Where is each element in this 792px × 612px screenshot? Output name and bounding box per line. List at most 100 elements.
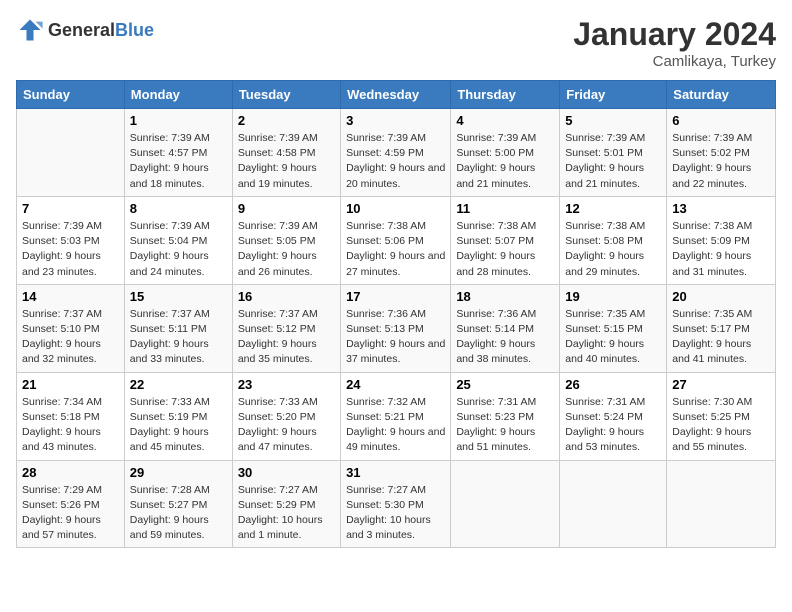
logo: GeneralBlue <box>16 16 154 44</box>
col-friday: Friday <box>560 81 667 109</box>
day-info: Sunrise: 7:39 AMSunset: 5:05 PMDaylight:… <box>238 219 335 280</box>
day-info: Sunrise: 7:27 AMSunset: 5:30 PMDaylight:… <box>346 483 445 544</box>
logo-text: GeneralBlue <box>48 20 154 41</box>
logo-general: General <box>48 20 115 40</box>
calendar-cell: 5 Sunrise: 7:39 AMSunset: 5:01 PMDaylight… <box>560 109 667 197</box>
header: GeneralBlue January 2024 Camlikaya, Turk… <box>16 16 776 70</box>
day-number: 4 <box>456 113 554 128</box>
day-number: 13 <box>672 201 770 216</box>
subtitle: Camlikaya, Turkey <box>573 53 776 70</box>
day-info: Sunrise: 7:39 AMSunset: 5:01 PMDaylight:… <box>565 131 661 192</box>
col-monday: Monday <box>124 81 232 109</box>
calendar-cell: 13 Sunrise: 7:38 AMSunset: 5:09 PMDayligh… <box>667 196 776 284</box>
day-number: 22 <box>130 377 227 392</box>
day-number: 5 <box>565 113 661 128</box>
calendar-week-5: 28 Sunrise: 7:29 AMSunset: 5:26 PMDayligh… <box>17 460 776 548</box>
day-number: 19 <box>565 289 661 304</box>
header-row: Sunday Monday Tuesday Wednesday Thursday… <box>17 81 776 109</box>
calendar-table: Sunday Monday Tuesday Wednesday Thursday… <box>16 80 776 548</box>
day-info: Sunrise: 7:38 AMSunset: 5:07 PMDaylight:… <box>456 219 554 280</box>
day-number: 2 <box>238 113 335 128</box>
day-info: Sunrise: 7:36 AMSunset: 5:14 PMDaylight:… <box>456 307 554 368</box>
logo-blue: Blue <box>115 20 154 40</box>
day-number: 18 <box>456 289 554 304</box>
calendar-cell: 20 Sunrise: 7:35 AMSunset: 5:17 PMDayligh… <box>667 284 776 372</box>
day-info: Sunrise: 7:35 AMSunset: 5:15 PMDaylight:… <box>565 307 661 368</box>
calendar-cell: 29 Sunrise: 7:28 AMSunset: 5:27 PMDayligh… <box>124 460 232 548</box>
calendar-cell: 17 Sunrise: 7:36 AMSunset: 5:13 PMDayligh… <box>341 284 451 372</box>
day-number: 9 <box>238 201 335 216</box>
calendar-cell: 26 Sunrise: 7:31 AMSunset: 5:24 PMDayligh… <box>560 372 667 460</box>
calendar-cell: 25Sunrise: 7:31 AMSunset: 5:23 PMDayligh… <box>451 372 560 460</box>
day-number: 3 <box>346 113 445 128</box>
calendar-cell: 12 Sunrise: 7:38 AMSunset: 5:08 PMDayligh… <box>560 196 667 284</box>
day-info: Sunrise: 7:39 AMSunset: 4:57 PMDaylight:… <box>130 131 227 192</box>
calendar-body: 1Sunrise: 7:39 AMSunset: 4:57 PMDaylight… <box>17 109 776 548</box>
day-number: 21 <box>22 377 119 392</box>
calendar-cell: 10Sunrise: 7:38 AMSunset: 5:06 PMDayligh… <box>341 196 451 284</box>
day-info: Sunrise: 7:28 AMSunset: 5:27 PMDaylight:… <box>130 483 227 544</box>
day-info: Sunrise: 7:34 AMSunset: 5:18 PMDaylight:… <box>22 395 119 456</box>
day-number: 23 <box>238 377 335 392</box>
day-number: 20 <box>672 289 770 304</box>
calendar-cell: 11 Sunrise: 7:38 AMSunset: 5:07 PMDayligh… <box>451 196 560 284</box>
day-number: 16 <box>238 289 335 304</box>
calendar-cell: 1Sunrise: 7:39 AMSunset: 4:57 PMDaylight… <box>124 109 232 197</box>
day-number: 8 <box>130 201 227 216</box>
col-wednesday: Wednesday <box>341 81 451 109</box>
day-number: 10 <box>346 201 445 216</box>
day-info: Sunrise: 7:38 AMSunset: 5:08 PMDaylight:… <box>565 219 661 280</box>
calendar-cell: 15 Sunrise: 7:37 AMSunset: 5:11 PMDayligh… <box>124 284 232 372</box>
day-info: Sunrise: 7:27 AMSunset: 5:29 PMDaylight:… <box>238 483 335 544</box>
day-number: 11 <box>456 201 554 216</box>
day-number: 7 <box>22 201 119 216</box>
calendar-cell: 18 Sunrise: 7:36 AMSunset: 5:14 PMDayligh… <box>451 284 560 372</box>
day-info: Sunrise: 7:36 AMSunset: 5:13 PMDaylight:… <box>346 307 445 368</box>
col-saturday: Saturday <box>667 81 776 109</box>
calendar-cell: 6Sunrise: 7:39 AMSunset: 5:02 PMDaylight… <box>667 109 776 197</box>
day-info: Sunrise: 7:29 AMSunset: 5:26 PMDaylight:… <box>22 483 119 544</box>
calendar-header: Sunday Monday Tuesday Wednesday Thursday… <box>17 81 776 109</box>
day-info: Sunrise: 7:32 AMSunset: 5:21 PMDaylight:… <box>346 395 445 456</box>
calendar-cell <box>451 460 560 548</box>
day-info: Sunrise: 7:39 AMSunset: 5:00 PMDaylight:… <box>456 131 554 192</box>
calendar-cell: 2 Sunrise: 7:39 AMSunset: 4:58 PMDaylight… <box>232 109 340 197</box>
day-number: 30 <box>238 465 335 480</box>
calendar-week-4: 21 Sunrise: 7:34 AMSunset: 5:18 PMDayligh… <box>17 372 776 460</box>
calendar-week-1: 1Sunrise: 7:39 AMSunset: 4:57 PMDaylight… <box>17 109 776 197</box>
title-section: January 2024 Camlikaya, Turkey <box>573 16 776 70</box>
calendar-cell: 19 Sunrise: 7:35 AMSunset: 5:15 PMDayligh… <box>560 284 667 372</box>
calendar-cell <box>560 460 667 548</box>
calendar-cell: 31 Sunrise: 7:27 AMSunset: 5:30 PMDayligh… <box>341 460 451 548</box>
calendar-cell: 24 Sunrise: 7:32 AMSunset: 5:21 PMDayligh… <box>341 372 451 460</box>
day-number: 26 <box>565 377 661 392</box>
day-number: 29 <box>130 465 227 480</box>
day-number: 17 <box>346 289 445 304</box>
calendar-cell: 7Sunrise: 7:39 AMSunset: 5:03 PMDaylight… <box>17 196 125 284</box>
day-number: 25 <box>456 377 554 392</box>
day-number: 12 <box>565 201 661 216</box>
day-number: 27 <box>672 377 770 392</box>
calendar-cell: 4 Sunrise: 7:39 AMSunset: 5:00 PMDaylight… <box>451 109 560 197</box>
calendar-cell: 3Sunrise: 7:39 AMSunset: 4:59 PMDaylight… <box>341 109 451 197</box>
calendar-cell: 16 Sunrise: 7:37 AMSunset: 5:12 PMDayligh… <box>232 284 340 372</box>
day-info: Sunrise: 7:38 AMSunset: 5:09 PMDaylight:… <box>672 219 770 280</box>
day-number: 24 <box>346 377 445 392</box>
day-info: Sunrise: 7:39 AMSunset: 4:58 PMDaylight:… <box>238 131 335 192</box>
day-number: 28 <box>22 465 119 480</box>
day-info: Sunrise: 7:39 AMSunset: 5:02 PMDaylight:… <box>672 131 770 192</box>
day-info: Sunrise: 7:37 AMSunset: 5:10 PMDaylight:… <box>22 307 119 368</box>
day-info: Sunrise: 7:37 AMSunset: 5:12 PMDaylight:… <box>238 307 335 368</box>
day-info: Sunrise: 7:35 AMSunset: 5:17 PMDaylight:… <box>672 307 770 368</box>
day-number: 31 <box>346 465 445 480</box>
calendar-cell <box>667 460 776 548</box>
col-sunday: Sunday <box>17 81 125 109</box>
calendar-cell: 30 Sunrise: 7:27 AMSunset: 5:29 PMDayligh… <box>232 460 340 548</box>
calendar-cell: 28 Sunrise: 7:29 AMSunset: 5:26 PMDayligh… <box>17 460 125 548</box>
day-number: 15 <box>130 289 227 304</box>
day-info: Sunrise: 7:39 AMSunset: 5:04 PMDaylight:… <box>130 219 227 280</box>
calendar-cell: 22Sunrise: 7:33 AMSunset: 5:19 PMDayligh… <box>124 372 232 460</box>
day-info: Sunrise: 7:31 AMSunset: 5:24 PMDaylight:… <box>565 395 661 456</box>
calendar-cell: 21 Sunrise: 7:34 AMSunset: 5:18 PMDayligh… <box>17 372 125 460</box>
day-info: Sunrise: 7:37 AMSunset: 5:11 PMDaylight:… <box>130 307 227 368</box>
